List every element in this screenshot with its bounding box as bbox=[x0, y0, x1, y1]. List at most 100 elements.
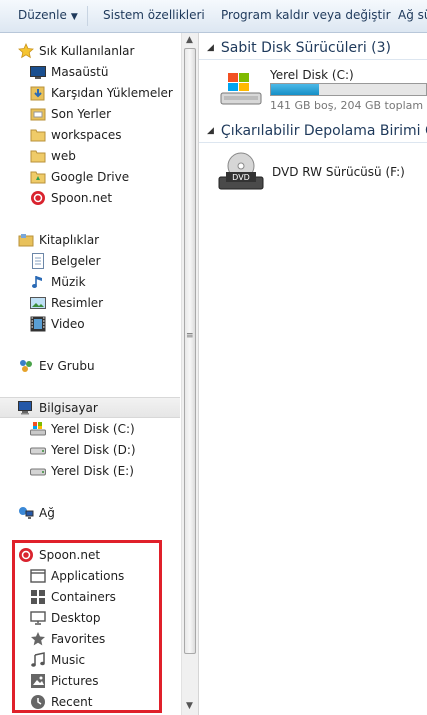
nav-label: Recent bbox=[51, 694, 93, 709]
dvd-drive-tile[interactable]: DVD DVD RW Sürücüsü (F:) bbox=[199, 147, 427, 197]
nav-spoon-music[interactable]: Music bbox=[0, 649, 180, 670]
nav-label: Applications bbox=[51, 568, 125, 583]
system-drive-icon bbox=[219, 71, 263, 110]
group-title: Çıkarılabilir Depolama Birimi Ola bbox=[220, 123, 427, 139]
grid-icon bbox=[30, 589, 46, 605]
recent-places-icon bbox=[30, 106, 46, 122]
drive-c-tile[interactable]: Yerel Disk (C:) 141 GB boş, 204 GB topla… bbox=[199, 63, 427, 115]
group-header-hard-disks[interactable]: ◢ Sabit Disk Sürücüleri (3) bbox=[207, 40, 391, 56]
spoon-logo-icon bbox=[30, 190, 46, 206]
collapse-triangle-icon: ◢ bbox=[207, 126, 214, 136]
nav-label: Pictures bbox=[51, 673, 99, 688]
nav-spoon-containers[interactable]: Containers bbox=[0, 586, 180, 607]
nav-label: Favorites bbox=[51, 631, 106, 646]
nav-label: Desktop bbox=[51, 610, 101, 625]
nav-pictures[interactable]: Resimler bbox=[0, 292, 180, 313]
scroll-grip-icon: ≡ bbox=[186, 331, 194, 341]
nav-label: Kitaplıklar bbox=[39, 232, 100, 247]
navigation-pane: Sık Kullanılanlar Masaüstü Karşıdan Yükl… bbox=[0, 33, 180, 715]
nav-label: Yerel Disk (D:) bbox=[51, 442, 136, 457]
nav-label: Yerel Disk (E:) bbox=[51, 463, 134, 478]
nav-scrollbar[interactable]: ▲ ≡ ▼ bbox=[181, 33, 199, 715]
music-note-icon bbox=[30, 651, 46, 668]
network-icon bbox=[18, 505, 34, 521]
hard-drive-icon bbox=[30, 442, 46, 458]
nav-google-drive[interactable]: Google Drive bbox=[0, 166, 180, 187]
command-bar: Düzenle ▼ Sistem özellikleri Program kald… bbox=[0, 0, 427, 33]
scroll-up-arrow-icon[interactable]: ▲ bbox=[186, 35, 193, 45]
music-note-icon bbox=[30, 274, 46, 290]
nav-label: Containers bbox=[51, 589, 116, 604]
nav-libraries[interactable]: Kitaplıklar bbox=[0, 229, 180, 250]
desktop-icon bbox=[30, 64, 46, 80]
scroll-thumb[interactable] bbox=[184, 48, 196, 654]
nav-drive-d[interactable]: Yerel Disk (D:) bbox=[0, 439, 180, 460]
drive-c-name: Yerel Disk (C:) bbox=[270, 68, 354, 82]
folder-icon bbox=[30, 148, 46, 164]
content-pane: ◢ Sabit Disk Sürücüleri (3) Yerel Disk (C… bbox=[199, 33, 427, 715]
dvd-drive-icon: DVD bbox=[217, 151, 265, 198]
nav-drive-e[interactable]: Yerel Disk (E:) bbox=[0, 460, 180, 481]
pictures-icon bbox=[30, 295, 46, 311]
nav-network[interactable]: Ağ bbox=[0, 502, 180, 523]
nav-label: Yerel Disk (C:) bbox=[51, 421, 135, 436]
nav-label: Spoon.net bbox=[39, 547, 101, 562]
nav-desktop[interactable]: Masaüstü bbox=[0, 61, 180, 82]
nav-spoon[interactable]: Spoon.net bbox=[0, 544, 180, 565]
nav-homegroup[interactable]: Ev Grubu bbox=[0, 355, 180, 376]
folder-icon bbox=[30, 127, 46, 143]
libraries-icon bbox=[18, 232, 34, 248]
nav-spoon-favorites[interactable]: Favorites bbox=[0, 628, 180, 649]
nav-label: Ağ bbox=[39, 505, 55, 520]
picture-icon bbox=[30, 673, 46, 689]
group-separator bbox=[199, 142, 427, 143]
computer-icon bbox=[18, 400, 34, 416]
nav-computer[interactable]: Bilgisayar bbox=[0, 397, 180, 418]
nav-label: Bilgisayar bbox=[39, 400, 98, 415]
nav-favorites[interactable]: Sık Kullanılanlar bbox=[0, 40, 180, 61]
uninstall-program-button[interactable]: Program kaldır veya değiştir bbox=[221, 8, 391, 22]
google-drive-folder-icon bbox=[30, 169, 46, 185]
nav-music[interactable]: Müzik bbox=[0, 271, 180, 292]
drive-c-free-space: 141 GB boş, 204 GB toplam bbox=[270, 99, 424, 112]
nav-label: Masaüstü bbox=[51, 64, 109, 79]
nav-label: Karşıdan Yüklemeler bbox=[51, 85, 173, 100]
nav-label: Müzik bbox=[51, 274, 86, 289]
dvd-drive-name: DVD RW Sürücüsü (F:) bbox=[272, 165, 405, 179]
monitor-icon bbox=[30, 610, 46, 626]
system-properties-button[interactable]: Sistem özellikleri bbox=[103, 8, 205, 22]
nav-recent-places[interactable]: Son Yerler bbox=[0, 103, 180, 124]
nav-spoon-applications[interactable]: Applications bbox=[0, 565, 180, 586]
chevron-down-icon: ▼ bbox=[70, 12, 78, 22]
downloads-folder-icon bbox=[30, 85, 46, 101]
nav-label: workspaces bbox=[51, 127, 122, 142]
nav-label: Music bbox=[51, 652, 86, 667]
window-icon bbox=[30, 568, 46, 584]
dvd-badge-text: DVD bbox=[232, 173, 250, 182]
group-header-removable[interactable]: ◢ Çıkarılabilir Depolama Birimi Ola bbox=[207, 123, 427, 139]
nav-downloads[interactable]: Karşıdan Yüklemeler bbox=[0, 82, 180, 103]
nav-documents[interactable]: Belgeler bbox=[0, 250, 180, 271]
group-separator bbox=[199, 59, 427, 60]
nav-spoon-desktop[interactable]: Desktop bbox=[0, 607, 180, 628]
group-title: Sabit Disk Sürücüleri (3) bbox=[220, 40, 392, 56]
nav-web[interactable]: web bbox=[0, 145, 180, 166]
scroll-down-arrow-icon[interactable]: ▼ bbox=[186, 701, 193, 711]
network-button[interactable]: Ağ sü bbox=[398, 8, 427, 22]
star-icon bbox=[18, 42, 34, 59]
nav-spoon-pictures[interactable]: Pictures bbox=[0, 670, 180, 691]
homegroup-icon bbox=[18, 358, 34, 374]
clock-icon bbox=[30, 694, 46, 710]
nav-drive-c[interactable]: Yerel Disk (C:) bbox=[0, 418, 180, 439]
nav-label: Son Yerler bbox=[51, 106, 112, 121]
nav-video[interactable]: Video bbox=[0, 313, 180, 334]
nav-label: Belgeler bbox=[51, 253, 101, 268]
organize-button[interactable]: Düzenle ▼ bbox=[18, 8, 78, 22]
organize-label: Düzenle bbox=[18, 8, 67, 22]
nav-spoon-fav[interactable]: Spoon.net bbox=[0, 187, 180, 208]
collapse-triangle-icon: ◢ bbox=[207, 43, 214, 53]
nav-workspaces[interactable]: workspaces bbox=[0, 124, 180, 145]
nav-label: Google Drive bbox=[51, 169, 130, 184]
spoon-logo-icon bbox=[18, 547, 34, 563]
nav-spoon-recent[interactable]: Recent bbox=[0, 691, 180, 712]
